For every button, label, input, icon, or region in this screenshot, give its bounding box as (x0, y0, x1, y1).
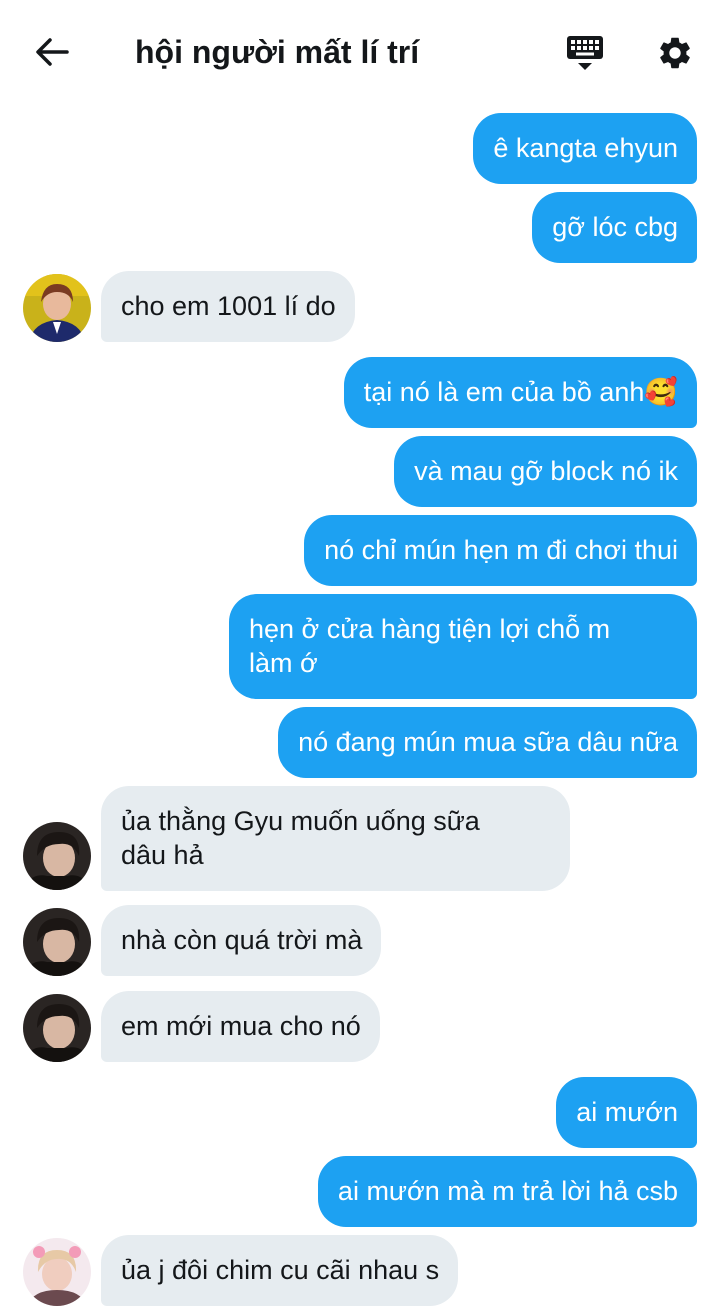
message-outgoing[interactable]: ai mướn mà m trả lời hả csb (317, 1156, 697, 1227)
avatar-image (23, 908, 91, 976)
message-outgoing[interactable]: ê kangta ehyun (473, 113, 697, 184)
message-text-line: làm ớ (249, 648, 318, 678)
message-text: nhà còn quá trời mà (121, 925, 363, 955)
message-text: ai mướn mà m trả lời hả csb (337, 1176, 678, 1206)
avatar-image (23, 1238, 91, 1306)
message-incoming[interactable]: cho em 1001 lí do (101, 271, 355, 342)
message-text-line: ủa thằng Gyu muốn uống sữa (121, 806, 480, 836)
message-incoming[interactable]: em mới mua cho nó (101, 991, 380, 1062)
conversation-header: hội người mất lí trí (0, 0, 720, 104)
gear-icon (660, 37, 690, 69)
message-outgoing[interactable]: gỡ lóc cbg (532, 192, 697, 263)
message-text: gỡ lóc cbg (552, 212, 678, 242)
back-button[interactable] (32, 32, 72, 72)
message-text: và mau gỡ block nó ik (414, 456, 678, 486)
settings-button[interactable] (652, 30, 698, 76)
message-outgoing[interactable]: nó đang mún mua sữa dâu nữa (278, 707, 697, 778)
avatar-image (23, 822, 91, 890)
avatar[interactable] (23, 908, 91, 976)
avatar[interactable] (23, 822, 91, 890)
avatar[interactable] (23, 274, 91, 342)
message-text: nó chỉ mún hẹn m đi chơi thui (324, 535, 678, 565)
message-text: ai mướn (576, 1097, 678, 1127)
avatar-image (23, 274, 91, 342)
message-incoming[interactable]: nhà còn quá trời mà (101, 905, 382, 976)
message-incoming[interactable]: ủa thằng Gyu muốn uống sữa dâu hả (101, 786, 570, 891)
message-outgoing[interactable]: ai mướn (556, 1077, 697, 1148)
keyboard-button[interactable] (562, 30, 608, 76)
message-text: cho em 1001 lí do (121, 291, 336, 321)
message-incoming[interactable]: ủa j đôi chim cu cãi nhau s (101, 1235, 459, 1306)
message-text: ủa j đôi chim cu cãi nhau s (121, 1255, 440, 1285)
message-text: ê kangta ehyun (493, 133, 678, 163)
keyboard-icon (567, 36, 603, 70)
message-text-line: dâu hả (121, 840, 204, 870)
avatar[interactable] (23, 1238, 91, 1306)
message-text: em mới mua cho nó (121, 1011, 361, 1041)
message-text: nó đang mún mua sữa dâu nữa (298, 727, 678, 757)
conversation-title: hội người mất lí trí (135, 34, 420, 70)
arrow-left-icon (36, 38, 69, 66)
message-text-line: hẹn ở cửa hàng tiện lợi chỗ m (249, 614, 611, 644)
avatar-image (23, 994, 91, 1062)
message-outgoing[interactable]: nó chỉ mún hẹn m đi chơi thui (304, 515, 697, 586)
avatar[interactable] (23, 994, 91, 1062)
message-outgoing[interactable]: hẹn ở cửa hàng tiện lợi chỗ m làm ớ (229, 594, 697, 699)
message-text: tại nó là em của bồ anh🥰 (363, 377, 678, 407)
message-outgoing[interactable]: và mau gỡ block nó ik (394, 436, 697, 507)
message-outgoing[interactable]: tại nó là em của bồ anh🥰 (343, 357, 697, 428)
